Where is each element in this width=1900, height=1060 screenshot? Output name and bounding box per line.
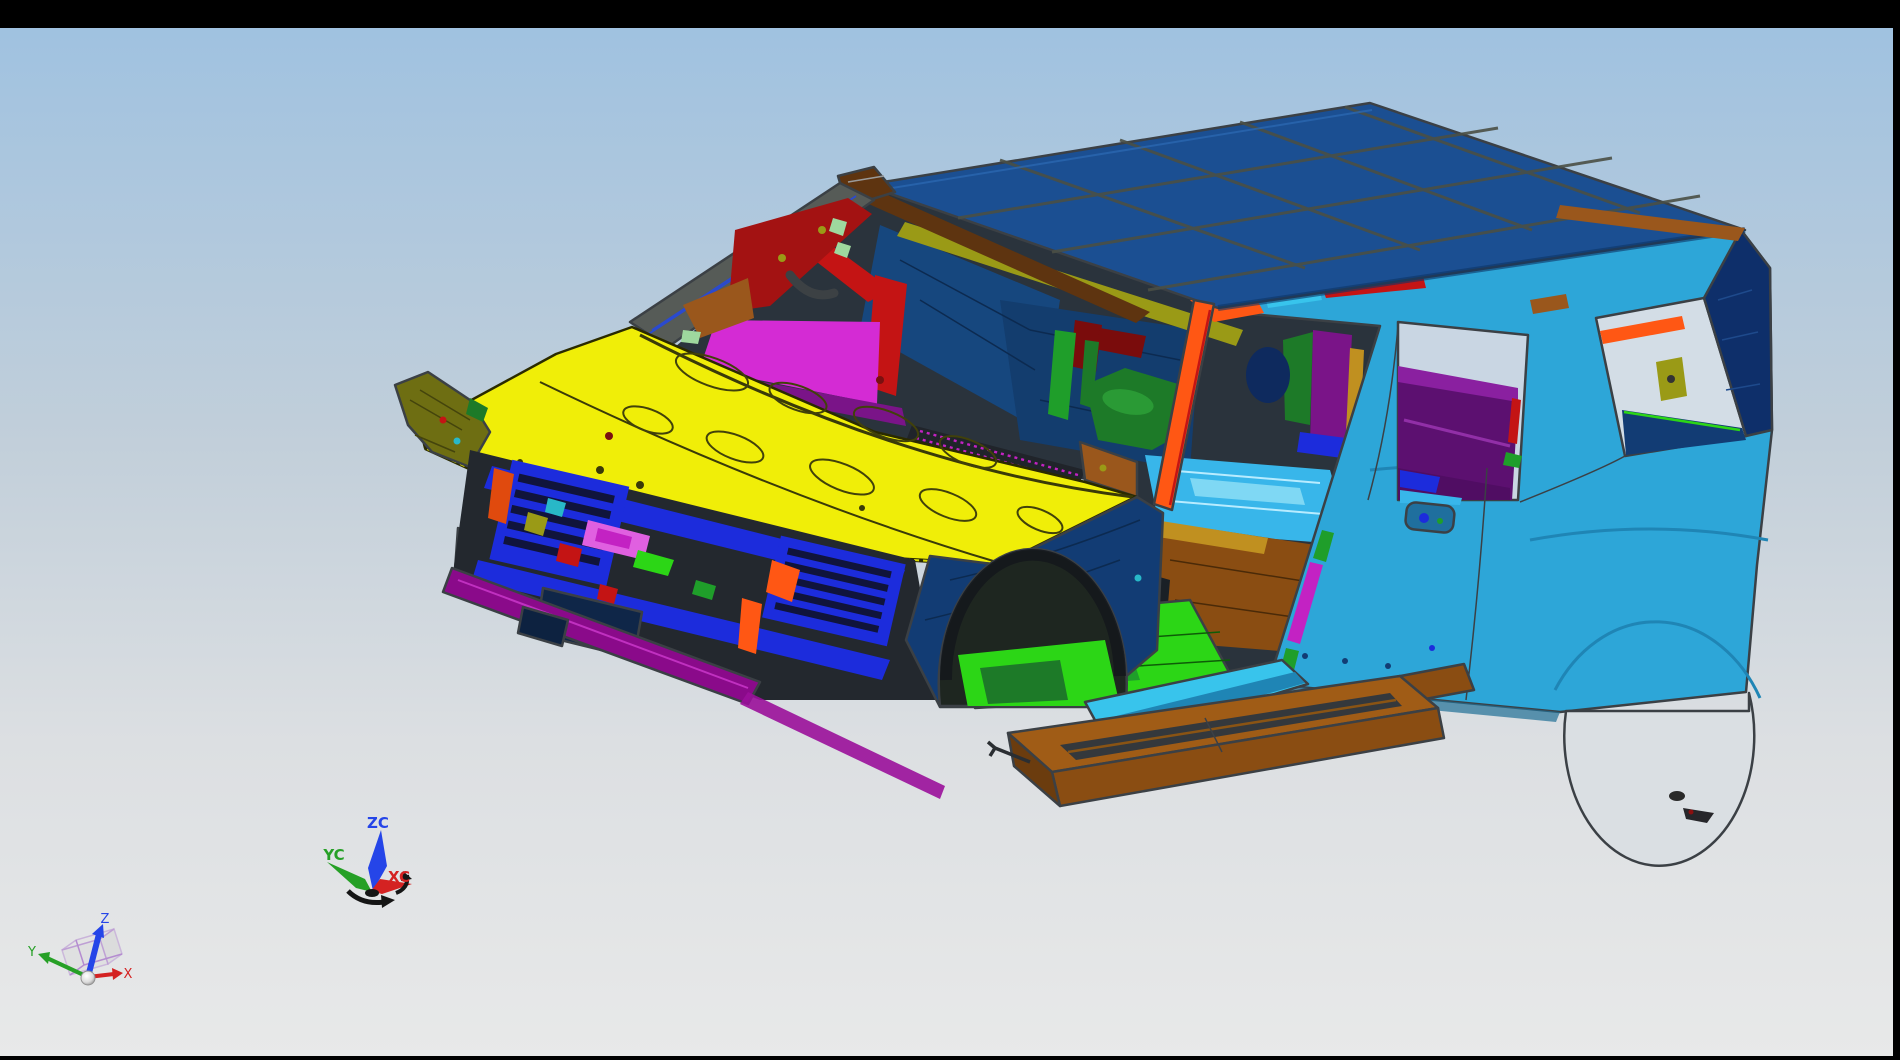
wcs-triad[interactable]: ZC YC XC — [322, 814, 412, 908]
cad-viewport[interactable]: ZC YC XC Z Y X — [0, 0, 1900, 1060]
door-handle[interactable] — [1405, 502, 1456, 534]
wcs-z-label: ZC — [367, 814, 389, 832]
tip-teal-dot — [454, 438, 461, 445]
wcs-x-label: XC — [388, 868, 410, 886]
view-y-label: Y — [27, 945, 36, 960]
wcs-y-label: YC — [322, 846, 344, 864]
car-model[interactable] — [395, 103, 1772, 866]
right-edge-bar — [1893, 0, 1900, 1060]
debris-red-dot — [1689, 810, 1694, 815]
tip-red-dot — [440, 417, 447, 424]
bottom-edge-bar — [0, 1056, 1900, 1060]
cowl-end-bit — [681, 330, 701, 344]
view-x-label: X — [124, 967, 133, 982]
top-edge-bar — [0, 0, 1900, 28]
rear-door-window[interactable] — [1398, 322, 1528, 505]
view-origin-sphere[interactable] — [81, 971, 95, 985]
debris-disc[interactable] — [1669, 791, 1685, 801]
view-triad[interactable]: Z Y X — [27, 912, 133, 985]
view-z-label: Z — [101, 912, 110, 927]
model-canvas[interactable]: ZC YC XC Z Y X — [0, 0, 1900, 1060]
window-bracket — [1656, 357, 1687, 401]
cowl-bolt — [1100, 465, 1107, 472]
wcs-y-arrow[interactable] — [327, 862, 372, 892]
